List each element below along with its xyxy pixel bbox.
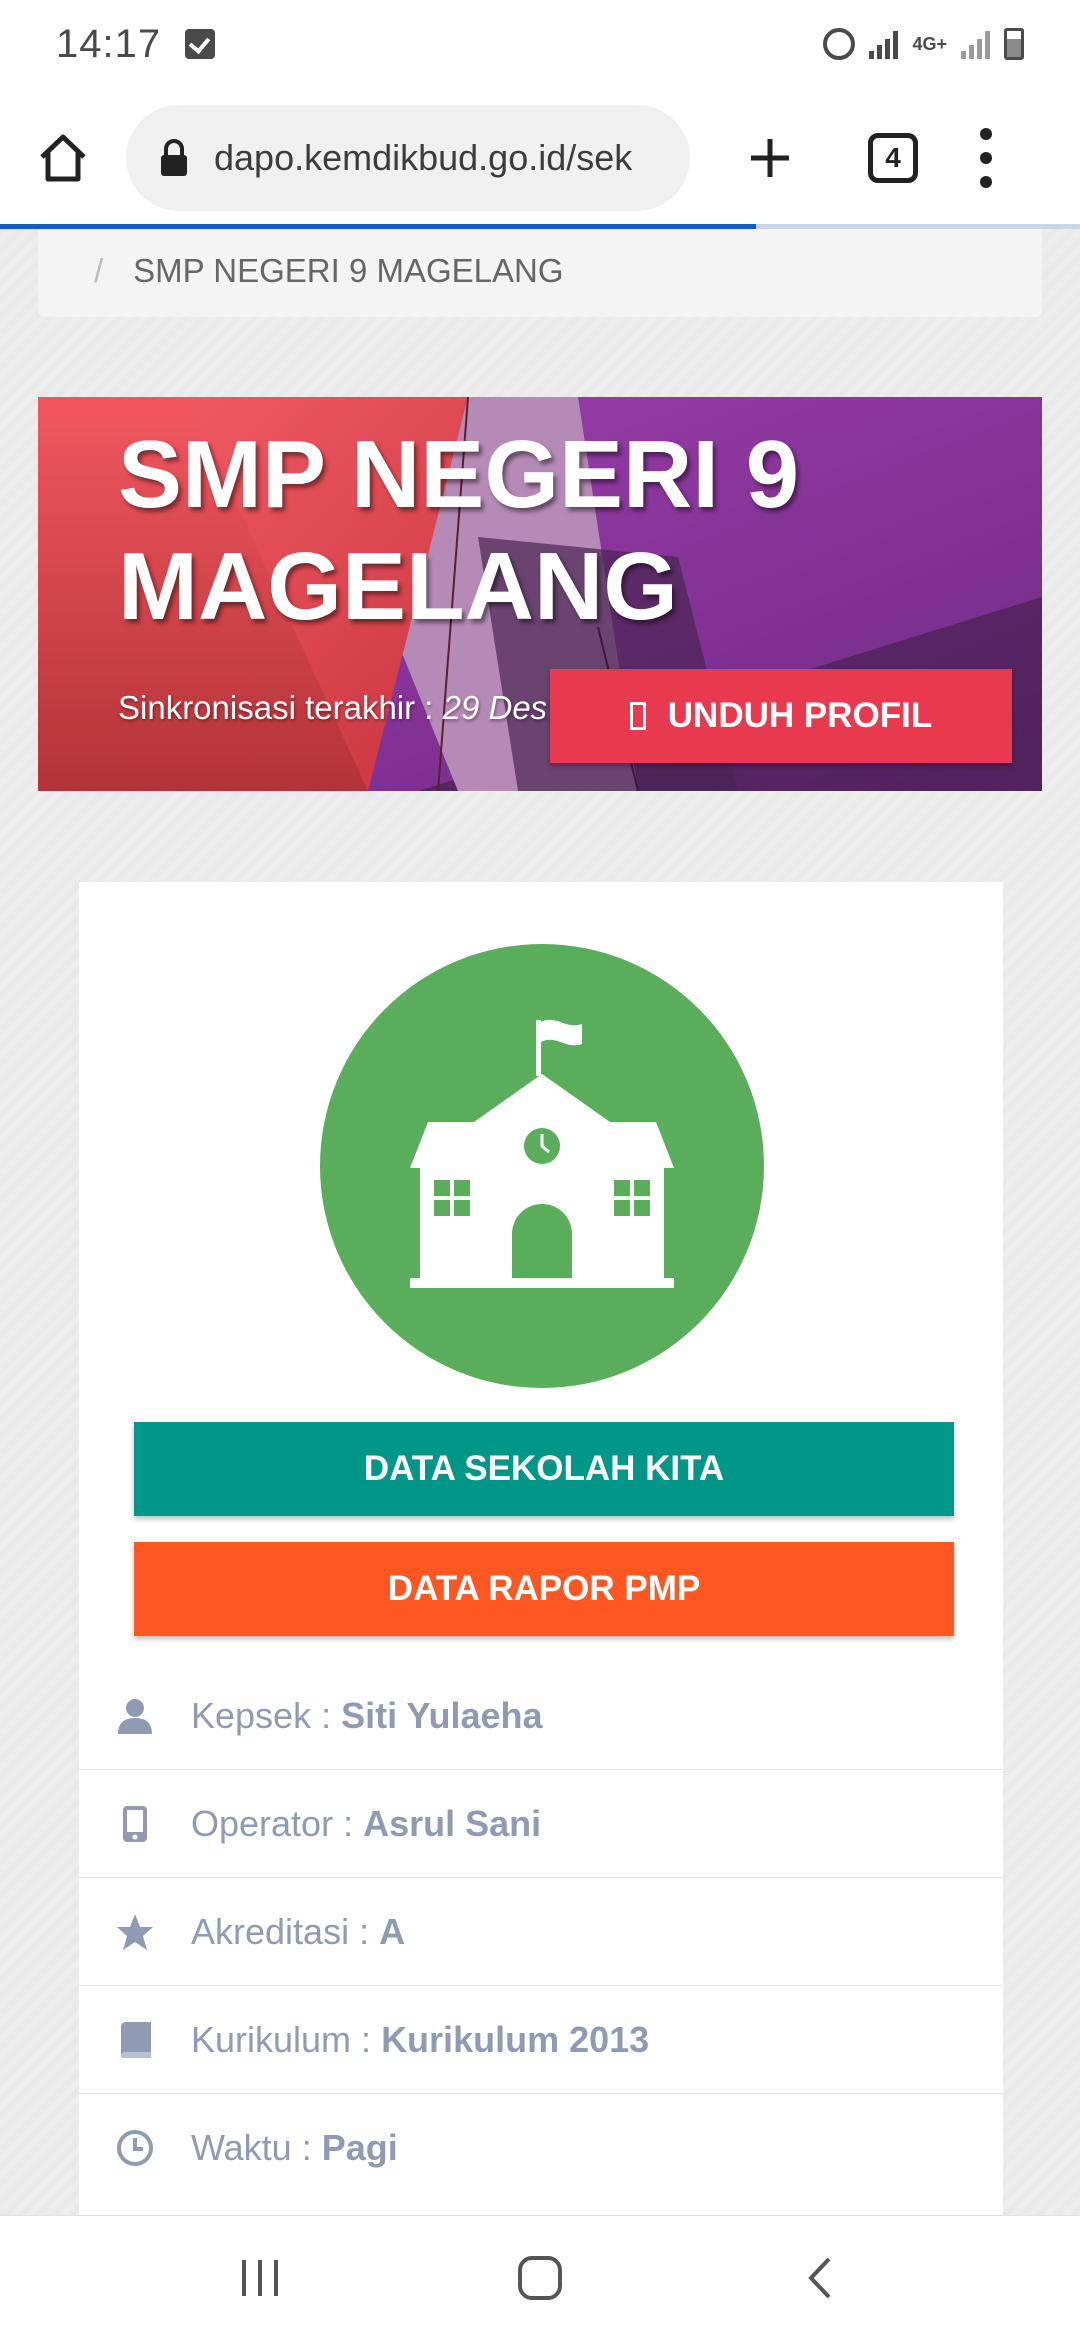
browser-toolbar: dapo.kemdikbud.go.id/sek 4 xyxy=(0,88,1080,228)
menu-icon[interactable] xyxy=(976,128,996,188)
info-value: Kurikulum 2013 xyxy=(381,2018,650,2060)
school-info-card: DATA SEKOLAH KITA DATA RAPOR PMP Kepsek … xyxy=(79,882,1003,2215)
info-label: Kepsek : xyxy=(191,1694,332,1736)
info-row-akreditasi: Akreditasi : A xyxy=(79,1878,1003,1986)
alarm-icon xyxy=(823,28,856,60)
signal-icon-2 xyxy=(961,29,990,59)
book-icon xyxy=(115,2020,155,2060)
breadcrumb-separator: / xyxy=(94,252,104,289)
school-title: SMP NEGERI 9 MAGELANG xyxy=(118,421,800,640)
home-icon[interactable] xyxy=(26,121,100,195)
info-row-kurikulum: Kurikulum : Kurikulum 2013 xyxy=(79,1986,1003,2094)
data-rapor-pmp-button[interactable]: DATA RAPOR PMP xyxy=(134,1542,954,1636)
status-icons: 4G+ xyxy=(823,28,1024,60)
breadcrumb-current: SMP NEGERI 9 MAGELANG xyxy=(133,252,564,289)
info-value: Pagi xyxy=(321,2127,398,2168)
checkbox-notification-icon xyxy=(185,29,216,59)
last-sync-text: Sinkronisasi terakhir : 29 Des xyxy=(118,689,547,727)
info-label: Akreditasi : xyxy=(191,1910,370,1952)
info-label: Operator : xyxy=(191,1802,354,1844)
info-row-operator: Operator : Asrul Sani xyxy=(79,1770,1003,1878)
back-icon[interactable] xyxy=(780,2248,860,2308)
info-label: Waktu : xyxy=(191,2127,312,2168)
user-icon xyxy=(115,1696,155,1736)
school-info-list: Kepsek : Siti Yulaeha Operator : Asrul S… xyxy=(79,1662,1003,2202)
download-profile-button[interactable]: UNDUH PROFIL xyxy=(550,669,1012,763)
system-nav-bar xyxy=(0,2215,1080,2340)
last-sync-date: 29 Des xyxy=(442,689,548,726)
clock-icon xyxy=(115,2128,155,2168)
mobile-icon xyxy=(115,1804,155,1844)
last-sync-label: Sinkronisasi terakhir : xyxy=(118,689,443,726)
status-bar: 14:17 4G+ xyxy=(0,0,1080,88)
battery-icon xyxy=(1004,28,1024,60)
lock-icon xyxy=(161,139,187,176)
plus-icon[interactable] xyxy=(740,128,800,188)
signal-icon xyxy=(869,29,899,59)
home-nav-icon[interactable] xyxy=(500,2248,580,2308)
tabs-icon[interactable]: 4 xyxy=(868,133,918,183)
breadcrumb: / SMP NEGERI 9 MAGELANG xyxy=(38,229,1042,317)
school-hero-banner: SMP NEGERI 9 MAGELANG Sinkronisasi terak… xyxy=(38,397,1042,791)
school-building-icon xyxy=(320,944,764,1388)
status-time: 14:17 xyxy=(56,21,162,66)
page-content[interactable]: / SMP NEGERI 9 MAGELANG SMP NEGERI 9 MAG… xyxy=(0,229,1080,2215)
download-profile-label: UNDUH PROFIL xyxy=(667,696,933,735)
info-row-waktu: Waktu : Pagi xyxy=(79,2094,1003,2202)
info-row-kepsek: Kepsek : Siti Yulaeha xyxy=(79,1662,1003,1770)
url-text: dapo.kemdikbud.go.id/sek xyxy=(214,137,633,178)
star-icon xyxy=(115,1912,155,1952)
info-label: Kurikulum : xyxy=(191,2018,372,2060)
download-icon xyxy=(629,702,646,730)
info-value: A xyxy=(379,1910,406,1952)
recent-apps-icon[interactable] xyxy=(220,2248,300,2308)
info-value: Asrul Sani xyxy=(363,1802,542,1844)
data-sekolah-kita-button[interactable]: DATA SEKOLAH KITA xyxy=(134,1422,954,1516)
network-type-label: 4G+ xyxy=(912,34,947,54)
info-value: Siti Yulaeha xyxy=(341,1694,543,1736)
url-bar[interactable]: dapo.kemdikbud.go.id/sek xyxy=(126,105,690,211)
